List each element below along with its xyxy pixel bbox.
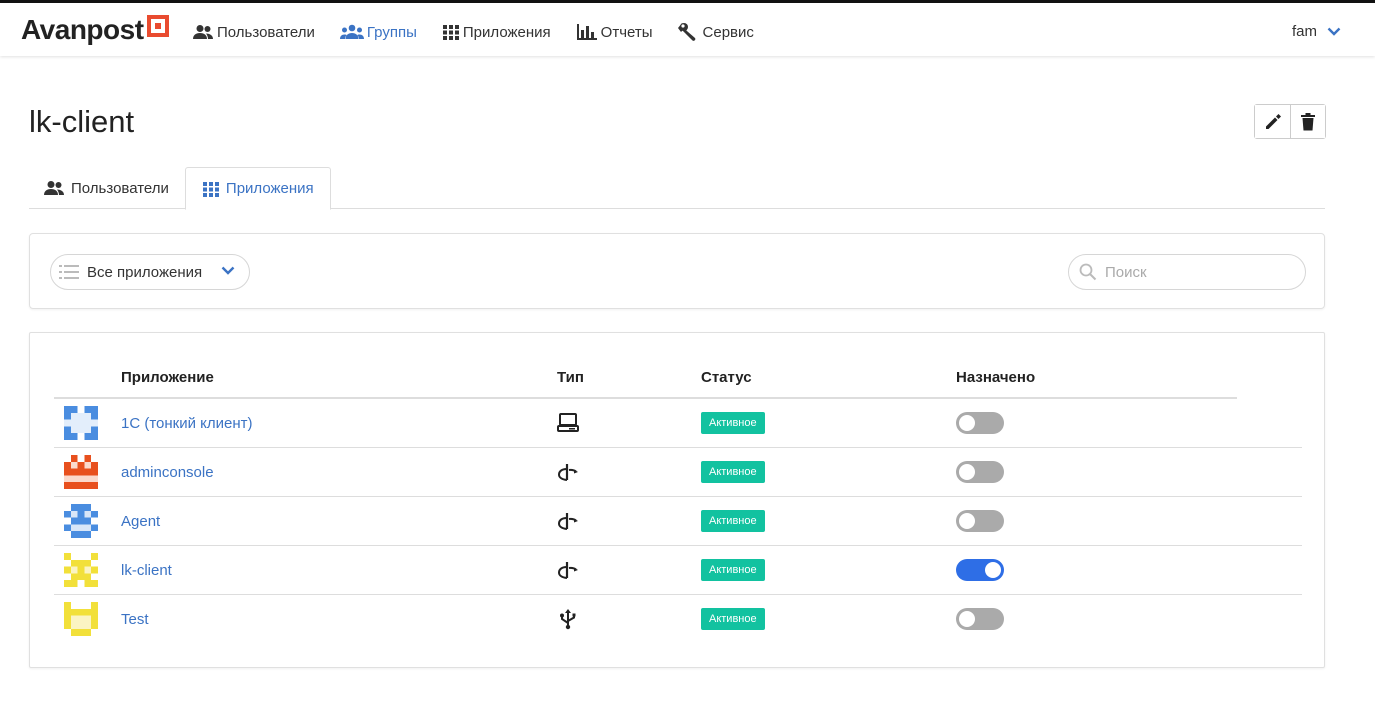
nav-users[interactable]: Пользователи [192, 20, 315, 44]
bar-chart-icon [576, 24, 597, 40]
usb-icon [557, 595, 579, 643]
col-status: Статус [701, 369, 752, 386]
filter-panel: Все приложения [29, 233, 1325, 309]
nav-groups-label: Группы [366, 23, 417, 41]
nav-groups[interactable]: Группы [339, 20, 417, 44]
search-icon [1079, 263, 1097, 281]
title-actions [1254, 104, 1326, 139]
openid-icon [557, 448, 579, 496]
edit-button[interactable] [1255, 105, 1290, 138]
user-name: fam [1291, 23, 1317, 40]
app-filter-select[interactable]: Все приложения [50, 254, 250, 290]
groups-icon [339, 24, 364, 39]
logo-mark-icon [146, 15, 169, 37]
openid-icon [557, 497, 579, 545]
tab-apps-label: Приложения [225, 180, 314, 197]
app-avatar [64, 546, 98, 594]
col-type: Тип [557, 369, 584, 386]
table-row: Agent Активное [54, 497, 1302, 546]
status-badge: Активное [701, 412, 765, 434]
logo[interactable]: Avanpost [21, 14, 169, 46]
table-row: 1С (тонкий клиент) Активное [54, 399, 1302, 448]
col-assigned: Назначено [956, 369, 1036, 386]
top-navbar: Avanpost Пользователи Группы Приложения … [0, 0, 1375, 56]
app-avatar [64, 497, 98, 545]
app-link[interactable]: Agent [121, 513, 160, 530]
users-icon [44, 181, 64, 195]
logo-text: Avanpost [21, 14, 144, 45]
chevron-down-icon [1327, 27, 1341, 36]
list-icon [59, 265, 79, 279]
delete-button[interactable] [1290, 105, 1325, 138]
nav-service-label: Сервис [702, 23, 754, 41]
chevron-down-icon [221, 266, 235, 275]
wrench-icon [677, 23, 695, 41]
main-nav: Пользователи Группы Приложения Отчеты Се… [192, 20, 779, 44]
app-avatar [64, 595, 98, 643]
table-header: Приложение Тип Статус Назначено [54, 369, 1237, 399]
col-app: Приложение [121, 369, 214, 386]
openid-icon [557, 546, 579, 594]
nav-service[interactable]: Сервис [677, 20, 754, 44]
table-row: Test Активное [54, 595, 1302, 644]
app-avatar [64, 399, 98, 447]
assign-toggle[interactable] [956, 608, 1004, 630]
page-title: lk-client [29, 104, 135, 139]
app-avatar [64, 448, 98, 496]
apps-table: Приложение Тип Статус Назначено 1С (тонк… [29, 332, 1325, 668]
assign-toggle[interactable] [956, 510, 1004, 532]
nav-reports-label: Отчеты [600, 23, 653, 41]
app-link[interactable]: 1С (тонкий клиент) [121, 415, 253, 432]
status-badge: Активное [701, 608, 765, 630]
group-tabs: Пользователи Приложения [29, 167, 1325, 210]
assign-toggle[interactable] [956, 461, 1004, 483]
app-link[interactable]: adminconsole [121, 464, 214, 481]
trash-icon [1301, 112, 1315, 130]
app-link[interactable]: lk-client [121, 562, 172, 579]
grid-icon [202, 181, 219, 197]
status-badge: Активное [701, 510, 765, 532]
assign-toggle[interactable] [956, 559, 1004, 581]
search-input[interactable] [1105, 263, 1295, 281]
desktop-icon [557, 399, 579, 447]
status-badge: Активное [701, 559, 765, 581]
app-filter-value: Все приложения [87, 263, 203, 281]
table-row: adminconsole Активное [54, 448, 1302, 497]
status-badge: Активное [701, 461, 765, 483]
tab-users[interactable]: Пользователи [29, 167, 183, 209]
users-icon [193, 25, 213, 39]
user-menu[interactable]: fam [1292, 23, 1341, 40]
nav-users-label: Пользователи [217, 23, 315, 41]
table-row: lk-client Активное [54, 546, 1302, 595]
nav-reports[interactable]: Отчеты [576, 20, 653, 44]
app-link[interactable]: Test [121, 611, 149, 628]
tab-users-label: Пользователи [71, 179, 169, 197]
pencil-icon [1265, 113, 1281, 129]
nav-apps[interactable]: Приложения [442, 20, 551, 44]
nav-apps-label: Приложения [462, 23, 551, 41]
search-box [1068, 254, 1306, 290]
assign-toggle[interactable] [956, 412, 1004, 434]
tab-apps[interactable]: Приложения [184, 167, 331, 210]
grid-icon [442, 25, 459, 40]
